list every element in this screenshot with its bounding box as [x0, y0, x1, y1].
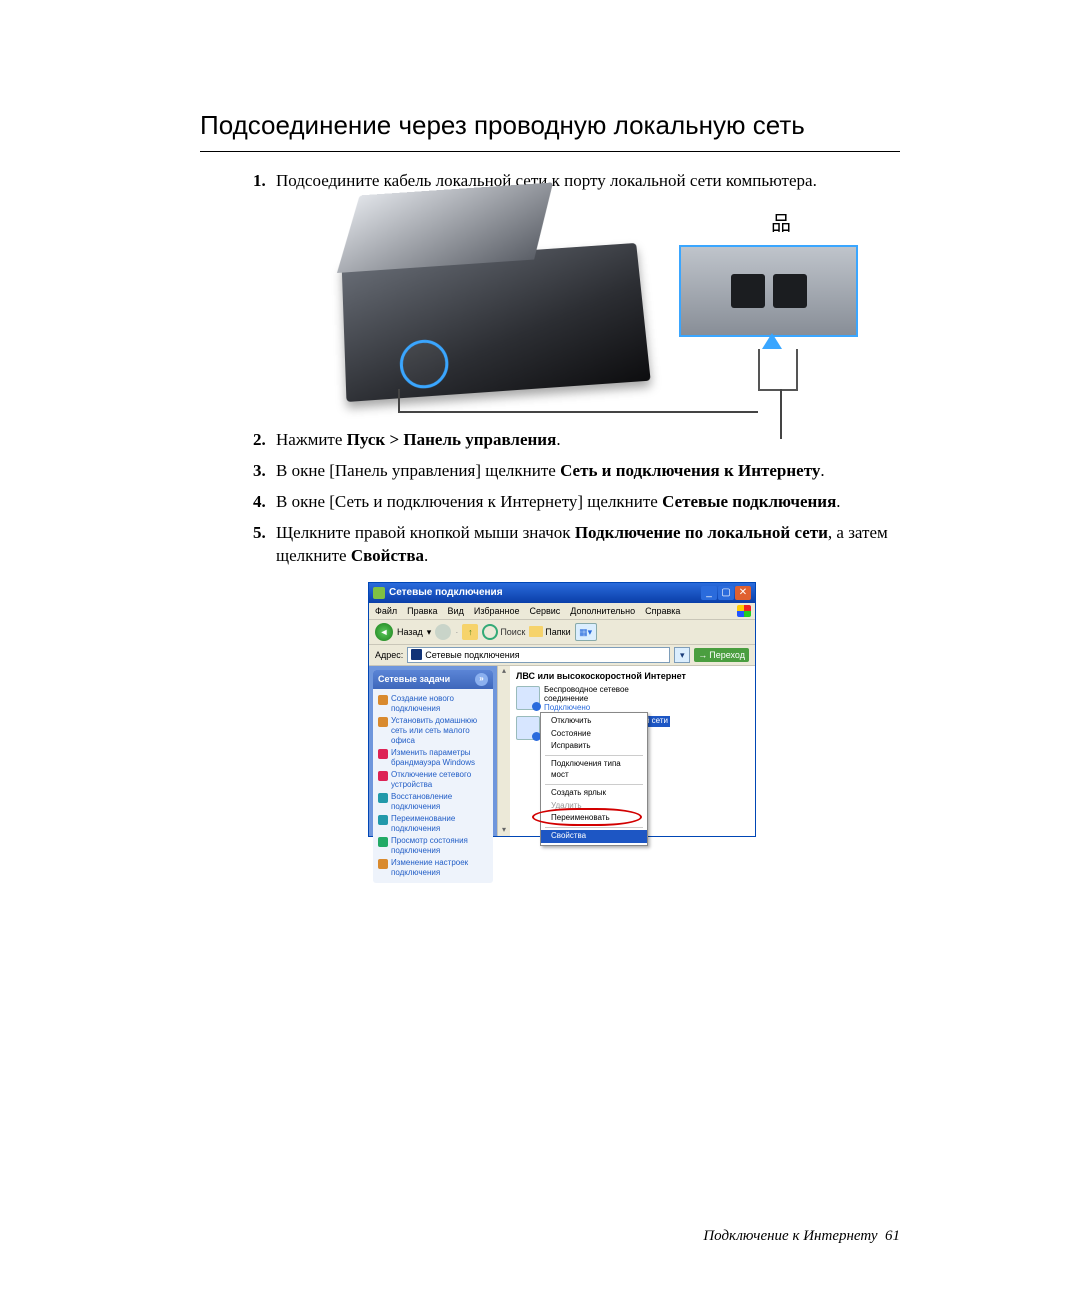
back-label[interactable]: Назад	[397, 626, 423, 638]
step-5: Щелкните правой кнопкой мыши значок Подк…	[270, 522, 900, 837]
task-icon	[378, 771, 388, 781]
close-button[interactable]: ✕	[735, 586, 751, 600]
menu-help[interactable]: Справка	[645, 605, 680, 617]
task-list: Создание нового подключения Установить д…	[373, 689, 493, 883]
task-icon	[378, 859, 388, 869]
menu-tools[interactable]: Сервис	[529, 605, 560, 617]
menu-edit[interactable]: Правка	[407, 605, 437, 617]
windows-flag-icon	[737, 605, 751, 617]
xp-toolbar: ◄ Назад ▾ · ↑ Поиск Папки ▦▾	[369, 620, 755, 645]
connection-item-wireless[interactable]: Беспроводное сетевое соединение Подключе…	[516, 686, 749, 712]
views-button[interactable]: ▦▾	[575, 623, 597, 641]
menu-file[interactable]: Файл	[375, 605, 397, 617]
task-icon	[378, 793, 388, 803]
window-title: Сетевые подключения	[389, 586, 701, 600]
xp-addressbar: Адрес: Сетевые подключения ▾ Переход	[369, 645, 755, 666]
task-item[interactable]: Изменение настроек подключения	[378, 858, 488, 878]
network-icon	[771, 211, 788, 238]
ctx-shortcut[interactable]: Создать ярлык	[541, 787, 647, 800]
task-item[interactable]: Создание нового подключения	[378, 694, 488, 714]
rj45-port	[773, 274, 807, 308]
address-input[interactable]: Сетевые подключения	[407, 647, 670, 663]
task-icon	[378, 815, 388, 825]
step-1: Подсоедините кабель локальной сети к пор…	[270, 170, 900, 401]
task-item[interactable]: Изменить параметры брандмауэра Windows	[378, 748, 488, 768]
back-button[interactable]: ◄	[375, 623, 393, 641]
maximize-button[interactable]: ▢	[718, 586, 734, 600]
page-title: Подсоединение через проводную локальную …	[200, 110, 900, 152]
xp-sidepanel: Сетевые задачи » Создание нового подключ…	[369, 666, 497, 836]
page-footer: Подключение к Интернету 61	[703, 1228, 900, 1245]
xp-window: Сетевые подключения _ ▢ ✕ Файл Правка Ви…	[368, 582, 756, 837]
step-2: Нажмите Пуск > Панель управления.	[270, 429, 900, 452]
task-icon	[378, 695, 388, 705]
lan-ports-closeup	[679, 245, 858, 337]
lan-plug	[758, 349, 798, 391]
connection-icon	[516, 716, 540, 740]
rj45-port	[731, 274, 765, 308]
menu-advanced[interactable]: Дополнительно	[570, 605, 635, 617]
side-scrollbar[interactable]: ▴▾	[497, 666, 510, 836]
ctx-status[interactable]: Состояние	[541, 728, 647, 741]
step-list: Подсоедините кабель локальной сети к пор…	[200, 170, 900, 837]
xp-menubar: Файл Правка Вид Избранное Сервис Дополни…	[369, 603, 755, 620]
task-icon	[378, 717, 388, 727]
ctx-repair[interactable]: Исправить	[541, 740, 647, 753]
xp-content: ЛВС или высокоскоростной Интернет Беспро…	[510, 666, 755, 836]
figure-laptop-lan	[318, 211, 858, 401]
cable	[780, 389, 782, 439]
ctx-rename[interactable]: Переименовать	[541, 812, 647, 825]
task-item[interactable]: Просмотр состояния подключения	[378, 836, 488, 856]
xp-titlebar: Сетевые подключения _ ▢ ✕	[369, 583, 755, 603]
task-header[interactable]: Сетевые задачи »	[373, 670, 493, 689]
connection-icon	[516, 686, 540, 710]
up-button[interactable]: ↑	[462, 624, 478, 640]
task-icon	[378, 837, 388, 847]
task-item[interactable]: Восстановление подключения	[378, 792, 488, 812]
ctx-disable[interactable]: Отключить	[541, 715, 647, 728]
search-button[interactable]: Поиск	[482, 624, 525, 640]
arrow-up-icon	[762, 333, 782, 349]
lan-port-highlight	[399, 338, 450, 390]
forward-button[interactable]	[435, 624, 451, 640]
laptop-illustration	[342, 243, 651, 402]
task-item[interactable]: Отключение сетевого устройства	[378, 770, 488, 790]
category-header: ЛВС или высокоскоростной Интернет	[516, 670, 749, 682]
task-item[interactable]: Переименование подключения	[378, 814, 488, 834]
ctx-bridge[interactable]: Подключения типа мост	[541, 758, 647, 782]
menu-favorites[interactable]: Избранное	[474, 605, 520, 617]
step-4: В окне [Сеть и подключения к Интернету] …	[270, 491, 900, 514]
chevron-icon: »	[475, 673, 488, 686]
cable	[398, 389, 400, 411]
task-item[interactable]: Установить домашнюю сеть или сеть малого…	[378, 716, 488, 746]
folders-button[interactable]: Папки	[529, 626, 570, 638]
minimize-button[interactable]: _	[701, 586, 717, 600]
cable	[398, 411, 758, 413]
menu-view[interactable]: Вид	[448, 605, 464, 617]
ctx-properties[interactable]: Свойства	[541, 830, 647, 843]
task-icon	[378, 749, 388, 759]
context-menu: Отключить Состояние Исправить Подключени…	[540, 712, 648, 846]
window-icon	[373, 587, 385, 599]
step-3: В окне [Панель управления] щелкните Сеть…	[270, 460, 900, 483]
address-label: Адрес:	[375, 649, 403, 661]
ctx-delete: Удалить	[541, 800, 647, 813]
address-dropdown[interactable]: ▾	[674, 647, 690, 663]
go-button[interactable]: Переход	[694, 648, 749, 662]
